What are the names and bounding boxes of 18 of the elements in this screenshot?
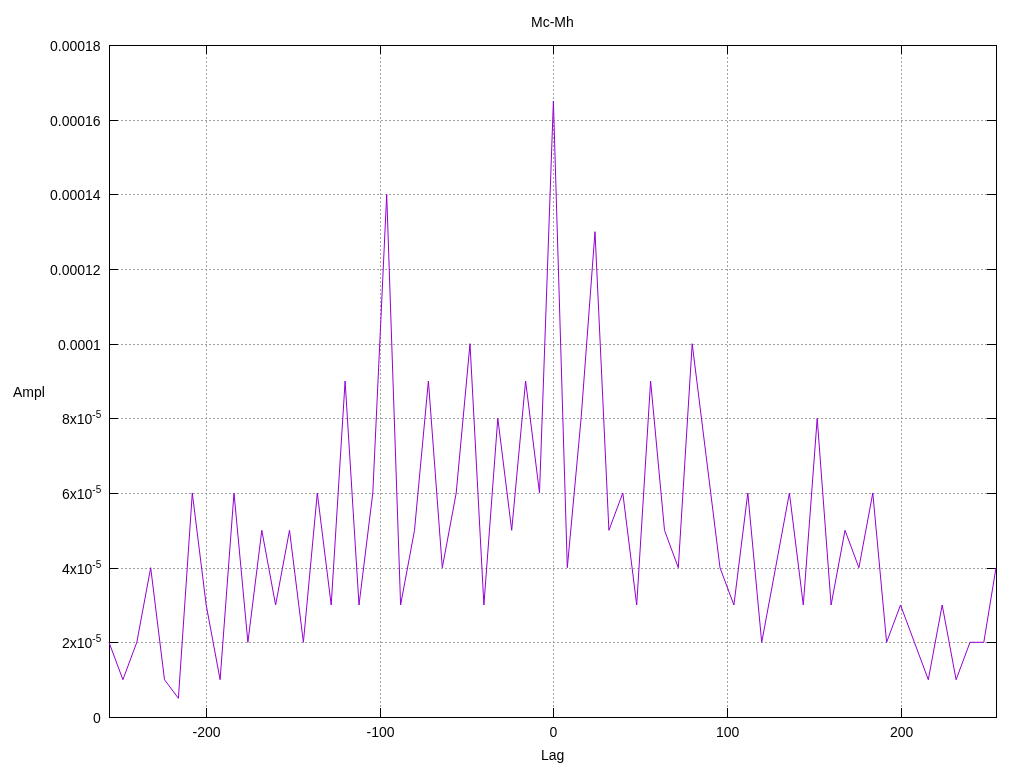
- y-tick-label: 4x10$^{-5}$: [62, 560, 102, 577]
- y-tick-label: 6x10$^{-5}$: [62, 485, 102, 502]
- y-tick-label: 0.00014: [50, 186, 101, 203]
- x-tick-label: -100: [366, 724, 395, 740]
- y-tick-label: 0.00016: [50, 112, 101, 129]
- y-tick-label: 0.00018: [50, 37, 101, 54]
- y-tick-label: 0.0001: [58, 336, 101, 353]
- y-tick-label: 2x10$^{-5}$: [62, 634, 102, 651]
- y-tick-label: 0: [93, 709, 101, 726]
- chart-title: Mc-Mh: [531, 14, 574, 30]
- x-tick-label: 200: [890, 724, 914, 740]
- x-tick-label: -200: [192, 724, 221, 740]
- x-tick-label: 0: [549, 724, 558, 740]
- x-axis-title: Lag: [541, 747, 565, 763]
- y-tick-label: 8x10$^{-5}$: [62, 410, 102, 427]
- y-axis-title: Ampl: [13, 384, 45, 400]
- y-tick-label: 0.00012: [50, 261, 101, 278]
- x-tick-label: 100: [716, 724, 740, 740]
